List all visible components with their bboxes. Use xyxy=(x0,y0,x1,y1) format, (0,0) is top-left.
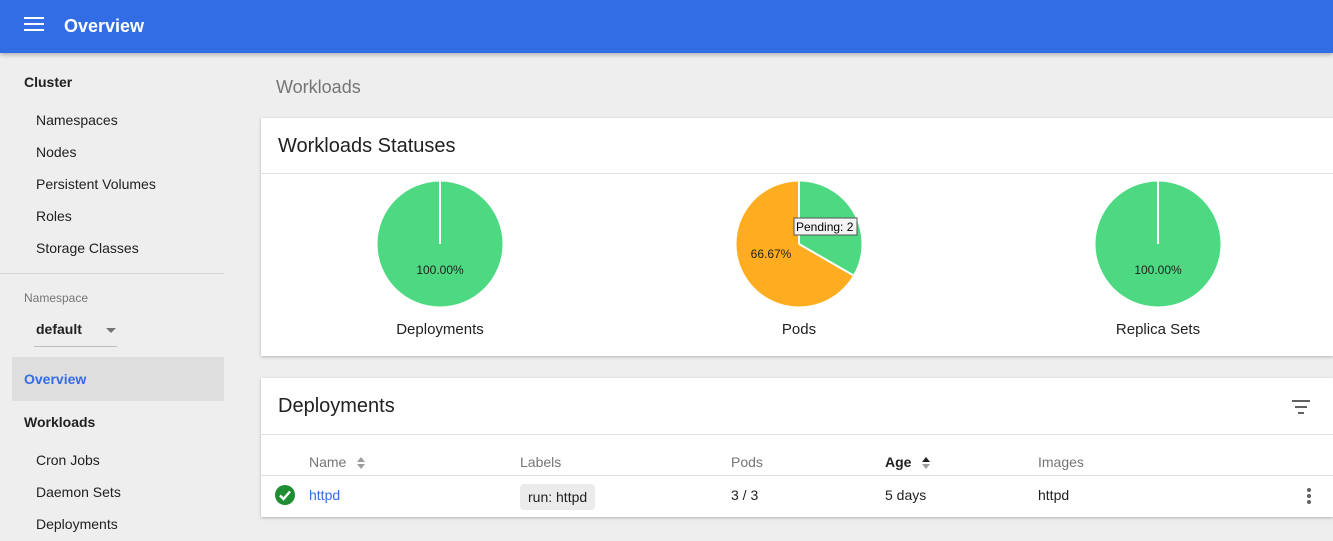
sidebar: Cluster Namespaces Nodes Persistent Volu… xyxy=(0,53,236,541)
pie-label-deployments[interactable]: Deployments xyxy=(340,321,540,338)
pie-percent-label: 100.00% xyxy=(416,263,464,277)
deployment-age: 5 days xyxy=(885,487,927,503)
namespace-value: default xyxy=(36,321,82,337)
sidebar-divider xyxy=(0,273,224,274)
sidebar-item-nodes[interactable]: Nodes xyxy=(36,144,76,160)
nav-section-workloads[interactable]: Workloads xyxy=(24,414,95,430)
sidebar-item-overview[interactable]: Overview xyxy=(12,357,224,401)
namespace-label: Namespace xyxy=(24,291,89,305)
workloads-statuses-card: Workloads Statuses 100.00% 66.67% Pending… xyxy=(261,118,1333,356)
sidebar-item-daemon-sets[interactable]: Daemon Sets xyxy=(36,484,121,500)
deployments-pie-chart: 100.00% xyxy=(377,181,503,307)
top-app-bar: Overview xyxy=(0,0,1333,53)
deployment-name-link[interactable]: httpd xyxy=(309,487,340,503)
page-title: Overview xyxy=(64,16,145,36)
breadcrumb: Workloads xyxy=(276,77,361,97)
pie-label-pods[interactable]: Pods xyxy=(699,321,899,338)
nav-section-cluster[interactable]: Cluster xyxy=(24,74,72,90)
pie-percent-label: 100.00% xyxy=(1134,263,1182,277)
replica-sets-pie-chart: 100.00% xyxy=(1095,181,1221,307)
sidebar-item-persistent-volumes[interactable]: Persistent Volumes xyxy=(36,176,156,192)
menu-icon[interactable] xyxy=(24,17,44,33)
sidebar-item-roles[interactable]: Roles xyxy=(36,208,72,224)
sidebar-item-label: Overview xyxy=(24,371,87,387)
card-title: Workloads Statuses xyxy=(278,135,456,157)
sidebar-item-deployments[interactable]: Deployments xyxy=(36,516,118,532)
check-circle-icon xyxy=(275,485,295,505)
pie-tooltip-text: Pending: 2 xyxy=(796,220,854,234)
pie-label-replica-sets[interactable]: Replica Sets xyxy=(1058,321,1258,338)
namespace-select[interactable]: default xyxy=(34,319,117,347)
sidebar-item-cron-jobs[interactable]: Cron Jobs xyxy=(36,452,100,468)
deployments-card: Deployments Name Labels Pods Age Images … xyxy=(261,378,1333,517)
table-row: httpd run: httpd 3 / 3 5 days httpd xyxy=(261,378,1333,517)
sidebar-item-namespaces[interactable]: Namespaces xyxy=(36,112,118,128)
pie-percent-label: 66.67% xyxy=(751,247,792,261)
more-vert-icon[interactable] xyxy=(1306,488,1312,506)
sidebar-item-storage-classes[interactable]: Storage Classes xyxy=(36,240,139,256)
card-divider xyxy=(261,173,1333,174)
label-chip: run: httpd xyxy=(520,484,596,510)
deployment-images: httpd xyxy=(1038,487,1070,503)
pods-pie-chart: 66.67% Pending: 2 xyxy=(736,181,862,307)
chevron-down-icon xyxy=(106,328,116,333)
deployment-pods: 3 / 3 xyxy=(731,487,759,503)
pie-tooltip: Pending: 2 xyxy=(793,217,858,236)
